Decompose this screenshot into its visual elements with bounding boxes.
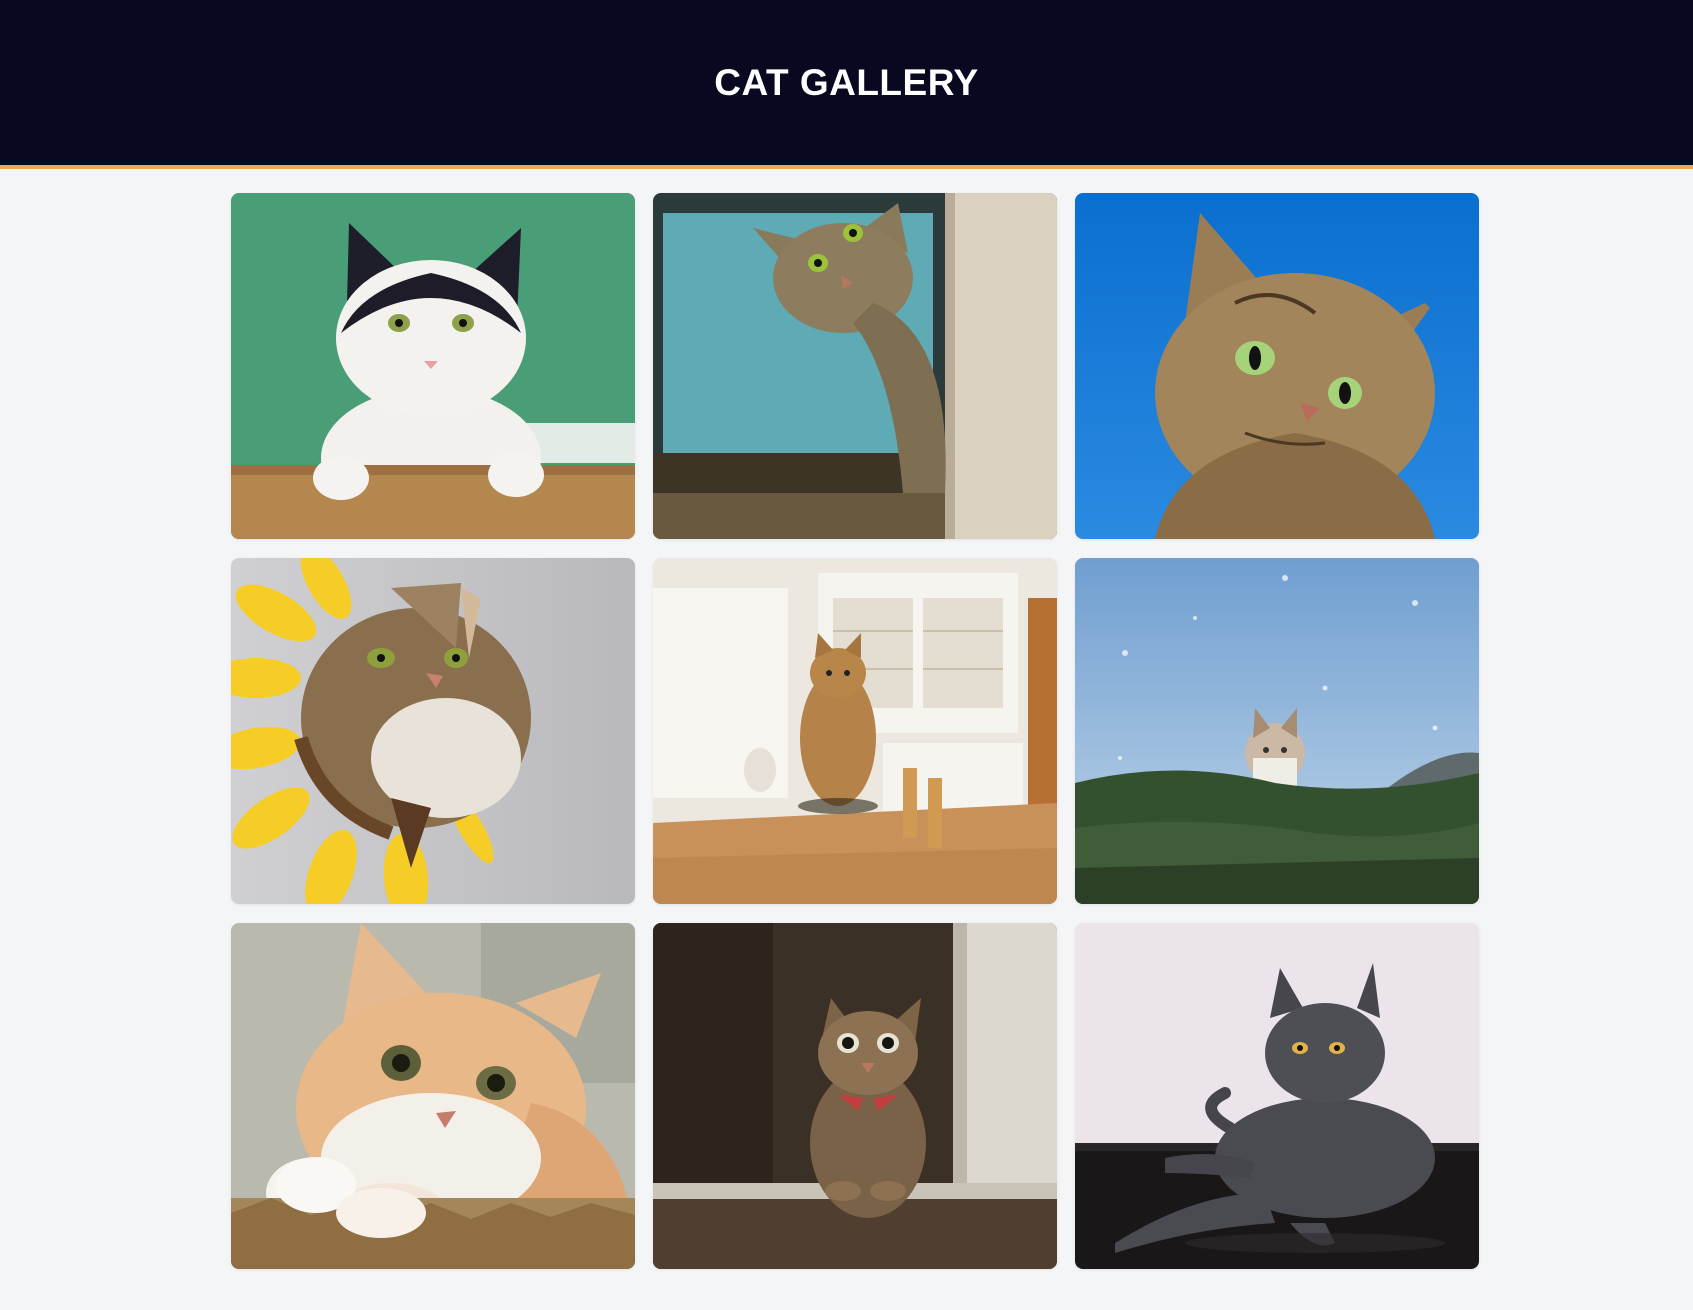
cat-photo-peeking-tabby bbox=[653, 193, 1057, 539]
gallery-item[interactable] bbox=[231, 558, 635, 904]
gallery-item[interactable] bbox=[1075, 558, 1479, 904]
gallery-item[interactable] bbox=[653, 193, 1057, 539]
cat-photo-tuxedo bbox=[231, 193, 635, 539]
gallery-item[interactable] bbox=[231, 923, 635, 1269]
page-title: CAT GALLERY bbox=[714, 61, 979, 103]
cat-photo-sunflower-costume bbox=[231, 558, 635, 904]
cat-photo-grass-field bbox=[1075, 558, 1479, 904]
gallery-item[interactable] bbox=[1075, 193, 1479, 539]
gallery-item[interactable] bbox=[1075, 923, 1479, 1269]
cat-photo-doorway-tabby bbox=[653, 923, 1057, 1269]
cat-photo-ginger-white bbox=[231, 923, 635, 1269]
cat-gallery-grid bbox=[231, 193, 1480, 1269]
cat-photo-gray-lying bbox=[1075, 923, 1479, 1269]
gallery-item[interactable] bbox=[653, 558, 1057, 904]
gallery-item[interactable] bbox=[231, 193, 635, 539]
cat-photo-kitchen-table bbox=[653, 558, 1057, 904]
page-header: CAT GALLERY bbox=[0, 0, 1693, 169]
gallery-item[interactable] bbox=[653, 923, 1057, 1269]
cat-photo-blue-sky-tabby bbox=[1075, 193, 1479, 539]
